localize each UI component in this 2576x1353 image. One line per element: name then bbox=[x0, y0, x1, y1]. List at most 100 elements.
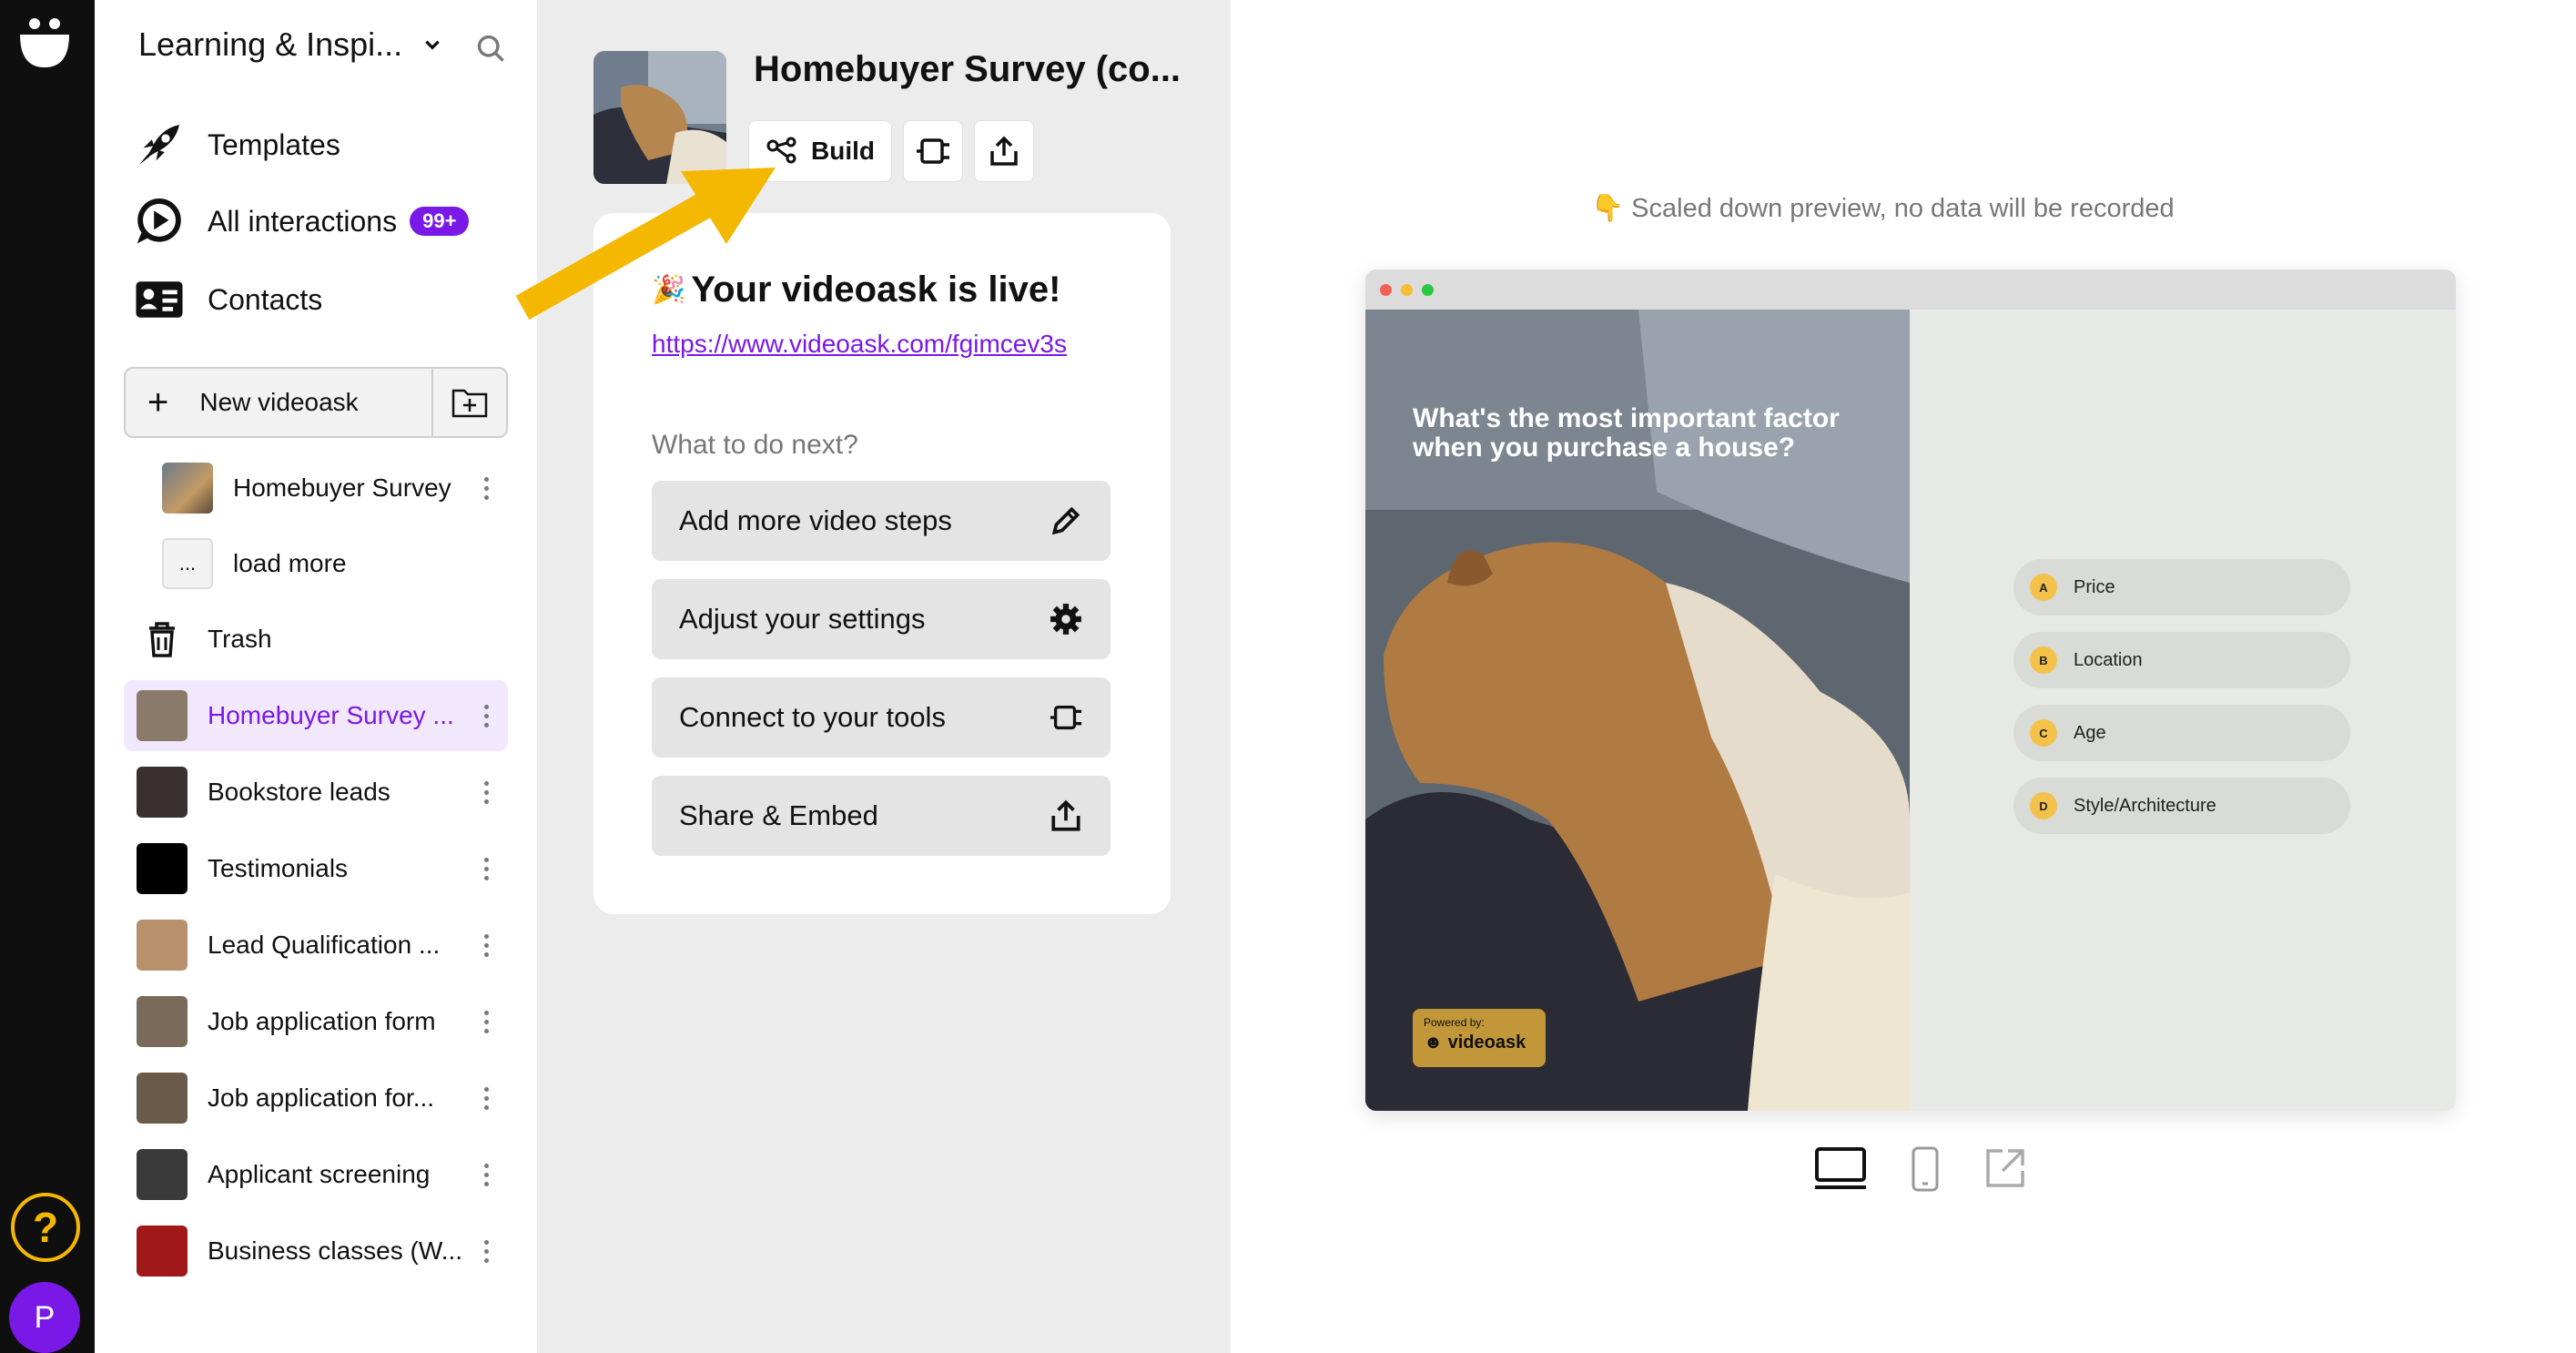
action-label: Add more video steps bbox=[679, 504, 952, 536]
choice-letter: C bbox=[2030, 719, 2057, 747]
videoask-logo-icon: ☻ bbox=[1424, 1033, 1448, 1053]
folder-item-homebuyer-survey[interactable]: Homebuyer Survey bbox=[149, 453, 508, 524]
choice-style-architecture[interactable]: D Style/Architecture bbox=[2013, 778, 2350, 834]
connect-button[interactable] bbox=[903, 120, 963, 182]
play-bubble-icon bbox=[137, 198, 181, 244]
middle-panel: Homebuyer Survey (co... Build 🎉 Your vid… bbox=[537, 0, 1231, 1353]
preview-video[interactable]: What's the most important factor when yo… bbox=[1365, 310, 1910, 1111]
rocket-icon bbox=[138, 124, 180, 166]
next-steps-heading: What to do next? bbox=[652, 430, 858, 460]
trash-icon bbox=[149, 622, 175, 657]
close-dot-icon bbox=[1380, 283, 1392, 296]
live-card: 🎉 Your videoask is live! https://www.vid… bbox=[593, 213, 1171, 914]
choice-letter: B bbox=[2030, 646, 2057, 674]
action-label: Adjust your settings bbox=[679, 603, 926, 635]
gear-icon bbox=[1050, 604, 1081, 635]
browser-titlebar bbox=[1365, 270, 2456, 310]
desktop-icon[interactable] bbox=[1813, 1145, 1868, 1193]
sidebar: Learning & Inspi... Templates All intera… bbox=[95, 0, 537, 1353]
choice-letter: A bbox=[2030, 574, 2057, 601]
survey-title: Homebuyer Survey (co... bbox=[754, 49, 1182, 89]
powered-by-label: Powered by: bbox=[1424, 1016, 1485, 1029]
powered-by-brand: ☻ videoask bbox=[1424, 1033, 1535, 1053]
folder-item-label: Homebuyer Survey bbox=[233, 473, 451, 502]
load-more-label: load more bbox=[233, 549, 347, 577]
nav-all-interactions-label: All interactions bbox=[208, 204, 398, 238]
powered-by-brand-text: videoask bbox=[1447, 1033, 1526, 1053]
more-options-icon[interactable] bbox=[473, 1086, 499, 1110]
nav-templates[interactable]: Templates bbox=[133, 118, 340, 171]
new-videoask-button[interactable]: + New videoask bbox=[126, 369, 431, 436]
videoask-list-item[interactable]: Lead Qualification ... bbox=[124, 910, 508, 981]
share-embed-button[interactable]: Share & Embed bbox=[652, 776, 1111, 856]
add-video-steps-button[interactable]: Add more video steps bbox=[652, 481, 1111, 561]
videoask-thumbnail bbox=[137, 767, 188, 818]
help-button[interactable]: ? bbox=[11, 1193, 80, 1262]
nav-contacts[interactable]: Contacts bbox=[133, 273, 322, 326]
videoask-list-item[interactable]: Job application form bbox=[124, 986, 508, 1057]
more-options-icon[interactable] bbox=[473, 476, 499, 500]
build-label: Build bbox=[811, 137, 875, 165]
new-folder-icon bbox=[451, 389, 488, 418]
videoask-thumbnail bbox=[137, 920, 188, 971]
videoask-logo-icon[interactable] bbox=[16, 15, 73, 71]
powered-by-badge[interactable]: Powered by: ☻ videoask bbox=[1413, 1009, 1546, 1067]
connect-tools-button[interactable]: Connect to your tools bbox=[652, 677, 1111, 758]
videoask-thumbnail bbox=[137, 843, 188, 894]
nav-contacts-label: Contacts bbox=[208, 282, 323, 316]
new-folder-button[interactable] bbox=[431, 369, 506, 436]
choice-location[interactable]: B Location bbox=[2013, 632, 2350, 688]
contacts-card-icon bbox=[136, 281, 183, 318]
more-options-icon[interactable] bbox=[473, 780, 499, 804]
videoask-label: Job application for... bbox=[208, 1083, 435, 1112]
plus-icon: + bbox=[147, 381, 169, 422]
external-link-icon[interactable] bbox=[1983, 1145, 2028, 1191]
videoask-thumbnail bbox=[137, 1073, 188, 1124]
videoask-list-item[interactable]: Bookstore leads bbox=[124, 757, 508, 828]
more-options-icon[interactable] bbox=[473, 1010, 499, 1033]
choice-label: Age bbox=[2074, 722, 2106, 743]
pencil-icon bbox=[1051, 506, 1080, 535]
preview-note: 👇 Scaled down preview, no data will be r… bbox=[1591, 194, 2175, 223]
more-options-icon[interactable] bbox=[473, 1239, 499, 1263]
build-flow-icon bbox=[766, 137, 796, 164]
videoask-list-item[interactable]: Testimonials bbox=[124, 833, 508, 904]
more-options-icon[interactable] bbox=[473, 1163, 499, 1186]
videoask-list-item[interactable]: Homebuyer Survey ... bbox=[124, 680, 508, 751]
videoask-label: Business classes (W... bbox=[208, 1236, 463, 1265]
interactions-count-badge: 99+ bbox=[410, 207, 470, 236]
choice-age[interactable]: C Age bbox=[2013, 705, 2350, 761]
build-button[interactable]: Build bbox=[748, 120, 892, 182]
videoask-link[interactable]: https://www.videoask.com/fgimcev3s bbox=[652, 330, 1067, 359]
new-videoask-label: New videoask bbox=[199, 388, 359, 416]
user-avatar[interactable]: P bbox=[9, 1282, 80, 1353]
videoask-list-item[interactable]: Job application for... bbox=[124, 1063, 508, 1134]
load-more-button[interactable]: ... load more bbox=[149, 528, 508, 599]
mobile-icon[interactable] bbox=[1910, 1145, 1941, 1193]
more-options-icon[interactable] bbox=[473, 704, 499, 727]
videoask-list-item[interactable]: Business classes (W... bbox=[124, 1216, 508, 1287]
new-videoask-group: + New videoask bbox=[124, 367, 508, 438]
nav-all-interactions[interactable]: All interactions 99+ bbox=[133, 195, 470, 248]
videoask-label: Testimonials bbox=[208, 854, 349, 882]
action-label: Connect to your tools bbox=[679, 701, 946, 733]
share-button[interactable] bbox=[974, 120, 1034, 182]
load-more-thumbnail: ... bbox=[162, 538, 213, 589]
videoask-thumbnail bbox=[137, 1149, 188, 1200]
action-label: Share & Embed bbox=[679, 799, 878, 831]
survey-thumbnail[interactable] bbox=[593, 51, 726, 184]
videoask-list-item[interactable]: Applicant screening bbox=[124, 1139, 508, 1210]
choice-price[interactable]: A Price bbox=[2013, 559, 2350, 615]
nav-templates-label: Templates bbox=[208, 127, 340, 161]
videoask-label: Homebuyer Survey ... bbox=[208, 701, 454, 729]
workspace-switcher[interactable]: Learning & Inspi... bbox=[138, 25, 442, 64]
trash-item[interactable]: Trash bbox=[124, 604, 508, 675]
videoask-thumbnail bbox=[137, 1226, 188, 1277]
share-icon bbox=[990, 136, 1018, 166]
adjust-settings-button[interactable]: Adjust your settings bbox=[652, 579, 1111, 659]
more-options-icon[interactable] bbox=[473, 933, 499, 957]
more-options-icon[interactable] bbox=[473, 857, 499, 880]
minimize-dot-icon bbox=[1401, 283, 1413, 296]
search-icon[interactable] bbox=[475, 33, 506, 64]
share-icon bbox=[1051, 799, 1080, 831]
